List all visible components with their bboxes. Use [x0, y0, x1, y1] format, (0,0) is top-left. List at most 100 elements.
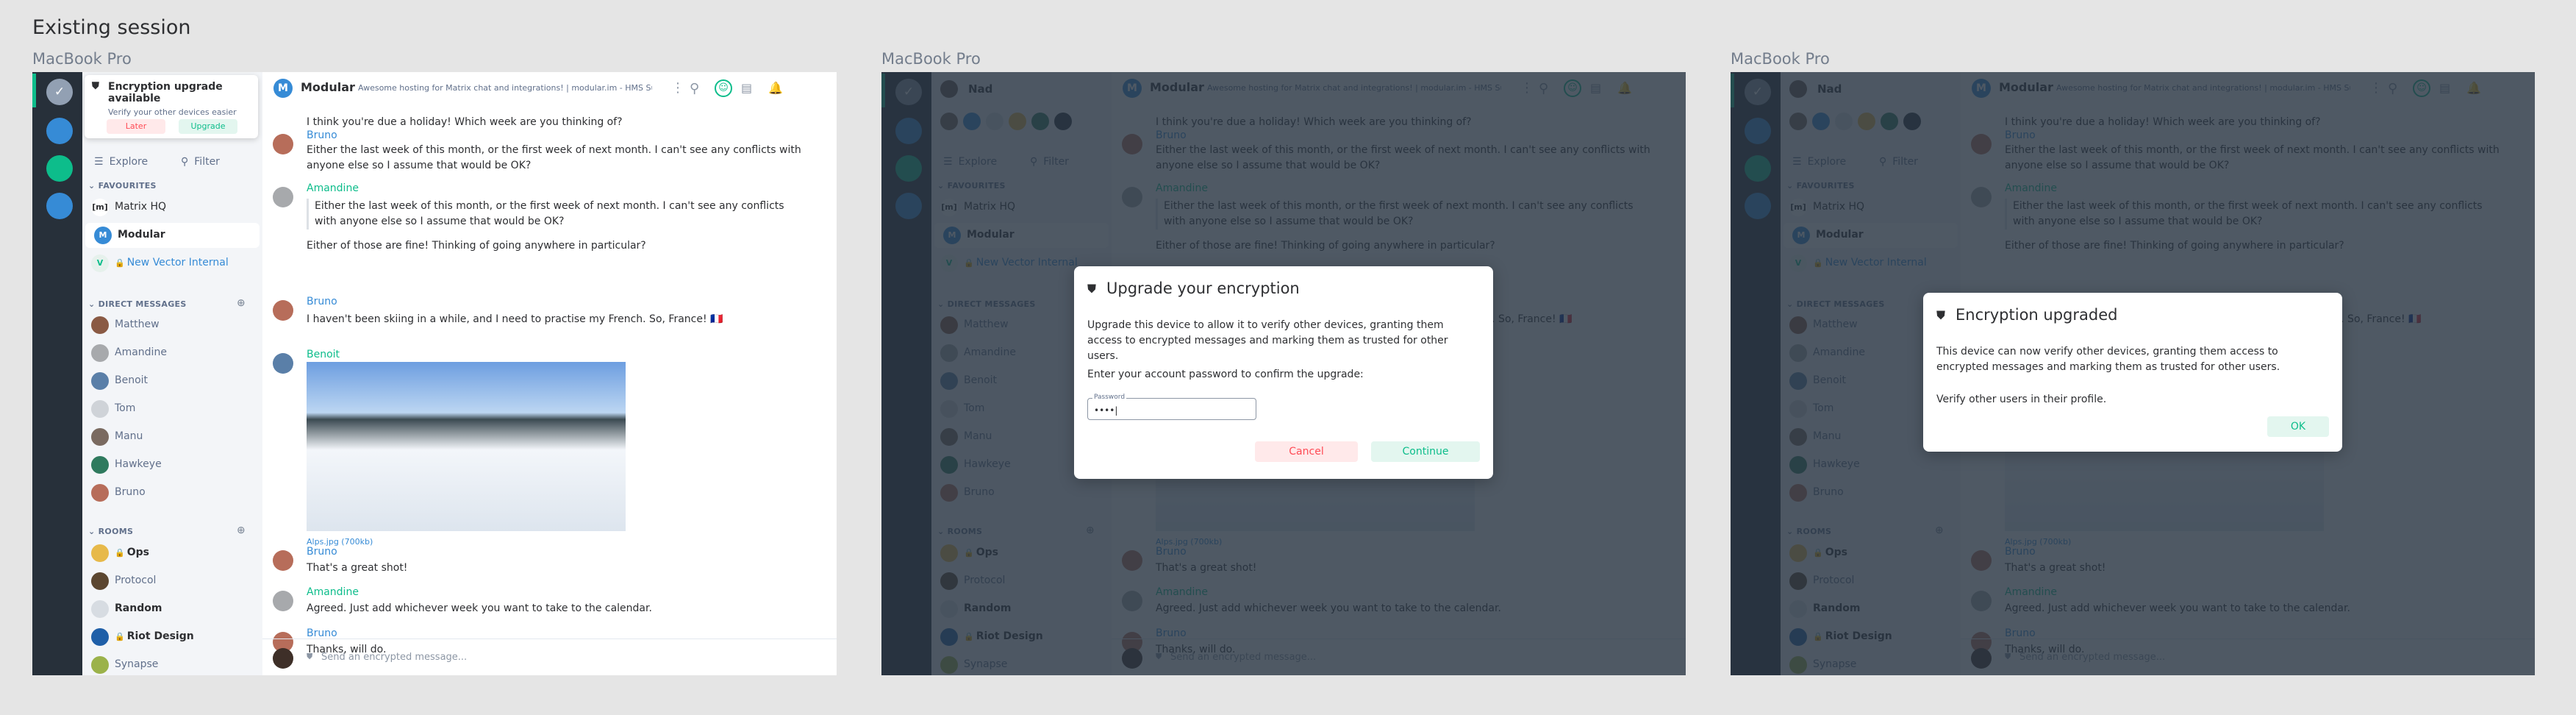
dm-item[interactable]: Amandine: [82, 341, 262, 366]
room-item[interactable]: [m] Matrix HQ: [82, 195, 262, 220]
room-name: Protocol: [115, 575, 156, 586]
dm-name: Bruno: [115, 486, 146, 498]
ok-button[interactable]: OK: [2267, 416, 2329, 437]
room-name-text: Matrix HQ: [115, 201, 167, 213]
room-name: 🔒Riot Design: [115, 630, 194, 642]
room-header-name: Modular: [301, 80, 355, 94]
sender-name[interactable]: Amandine: [307, 586, 359, 598]
explore-bar: ☰ Explore ⚲ Filter: [82, 150, 262, 175]
space-icon[interactable]: [46, 193, 73, 219]
frame-label: MacBook Pro: [881, 50, 981, 68]
sender-name[interactable]: Bruno: [307, 129, 337, 141]
toast-title: ⛊ Encryption upgrade available: [92, 81, 251, 104]
room-item[interactable]: V 🔒New Vector Internal: [82, 251, 262, 276]
sender-name[interactable]: Benoit: [307, 349, 340, 360]
app-screen: ✓Nad☰Explore⚲Filter⌄ FAVOURITES[m]Matrix…: [881, 72, 1686, 675]
sender-name[interactable]: Bruno: [307, 627, 337, 639]
bell-icon[interactable]: 🔔: [768, 81, 783, 95]
explore-button[interactable]: ☰ Explore: [94, 156, 148, 168]
shield-icon: ⛊: [1936, 308, 1946, 322]
search-icon[interactable]: ⚲: [690, 81, 699, 96]
dm-item[interactable]: Hawkeye: [82, 452, 262, 477]
cancel-button[interactable]: Cancel: [1255, 441, 1358, 462]
dm-name: Manu: [115, 430, 143, 442]
sender-avatar[interactable]: [273, 353, 293, 374]
sender-name[interactable]: Bruno: [307, 546, 337, 558]
password-value: ••••|: [1094, 405, 1118, 416]
room-avatar: [91, 628, 109, 646]
dm-item[interactable]: Matthew: [82, 313, 262, 338]
dialog-title-text: Upgrade your encryption: [1106, 280, 1300, 297]
frame-label: MacBook Pro: [1731, 50, 1830, 68]
room-item[interactable]: 🔒Ops: [82, 541, 262, 566]
room-item[interactable]: Random: [82, 597, 262, 622]
room-avatar: V: [91, 255, 109, 272]
room-item[interactable]: Synapse: [82, 652, 262, 675]
dm-item[interactable]: Benoit: [82, 369, 262, 394]
explore-icon: ☰: [94, 156, 104, 168]
room-header-avatar: M: [273, 79, 293, 98]
room-item[interactable]: Protocol: [82, 569, 262, 594]
room-name-text: Riot Design: [126, 630, 194, 642]
room-item[interactable]: M Modular: [85, 223, 260, 248]
space-highlight: [32, 74, 36, 107]
dialog-description: This device can now verify other devices…: [1936, 346, 2280, 373]
message-body: Either of those are fine! Thinking of go…: [307, 240, 646, 252]
message-input[interactable]: Send an encrypted message...: [321, 652, 467, 663]
more-icon[interactable]: ⋮: [671, 80, 684, 96]
composer: ⛊ Send an encrypted message...: [262, 638, 837, 675]
home-button[interactable]: ✓: [46, 79, 73, 105]
dm-item[interactable]: Manu: [82, 424, 262, 449]
room-name: Matrix HQ: [115, 201, 166, 213]
dm-avatar: [91, 484, 109, 502]
page-title: Existing session: [32, 16, 191, 39]
sender-name[interactable]: Bruno: [307, 296, 337, 307]
message-quote: Either the last week of this month, or t…: [307, 199, 806, 230]
upgraded-dialog: ⛊ Encryption upgraded This device can now …: [1923, 293, 2342, 452]
message-body: Either the last week of this month, or t…: [307, 144, 801, 171]
message-image[interactable]: [307, 362, 626, 531]
message-body: I haven't been skiing in a while, and I …: [307, 313, 723, 325]
room-header: M ModularAwesome hosting for Matrix chat …: [262, 72, 837, 104]
sender-avatar[interactable]: [273, 591, 293, 611]
sender-avatar[interactable]: [273, 134, 293, 154]
continue-button[interactable]: Continue: [1371, 441, 1480, 462]
app-screen: ✓Nad☰Explore⚲Filter⌄ FAVOURITES[m]Matrix…: [1731, 72, 2535, 675]
composer-avatar: [273, 648, 293, 669]
upgrade-dialog: ⛊ Upgrade your encryption Upgrade this dev…: [1074, 266, 1493, 479]
dm-name: Hawkeye: [115, 458, 162, 470]
dm-name: Tom: [115, 402, 136, 414]
sender-name[interactable]: Amandine: [307, 182, 359, 194]
filter-button[interactable]: ⚲ Filter: [181, 156, 220, 168]
dm-item[interactable]: Bruno: [82, 480, 262, 505]
password-field[interactable]: Password ••••|: [1087, 394, 1256, 420]
room-avatar: [91, 656, 109, 674]
app-screen: ✓ ⛊ Encryption upgrade available Verify you…: [32, 72, 837, 675]
dm-item[interactable]: Tom: [82, 396, 262, 421]
sender-avatar[interactable]: [273, 187, 293, 207]
explore-label: Explore: [109, 156, 149, 168]
dm-avatar: [91, 372, 109, 390]
room-item[interactable]: 🔒Riot Design: [82, 625, 262, 650]
sender-avatar[interactable]: [273, 550, 293, 571]
files-icon[interactable]: ▤: [741, 81, 752, 95]
room-name-text: Modular: [118, 229, 165, 241]
sender-avatar[interactable]: [273, 300, 293, 321]
lock-icon: 🔒: [115, 258, 125, 268]
room-avatar: M: [94, 227, 112, 244]
upgrade-button[interactable]: Upgrade: [179, 119, 237, 134]
toast-title-text: Encryption upgrade available: [108, 81, 223, 104]
space-bar: ✓: [32, 72, 82, 675]
dm-name: Benoit: [115, 374, 149, 386]
dm-avatar: [91, 400, 109, 418]
later-button[interactable]: Later: [107, 119, 165, 134]
room-list: ⛊ Encryption upgrade available Verify your…: [82, 72, 262, 675]
space-icon[interactable]: [46, 118, 73, 144]
space-icon[interactable]: [46, 155, 73, 182]
add-room-button[interactable]: ⊕: [237, 524, 246, 536]
dialog-title: ⛊ Encryption upgraded: [1936, 306, 2329, 324]
room-name-text: Ops: [126, 547, 149, 558]
add-dm-button[interactable]: ⊕: [237, 297, 246, 309]
dialog-hint: Verify other users in their profile.: [1936, 394, 2107, 405]
people-icon[interactable]: ☺: [715, 79, 732, 97]
